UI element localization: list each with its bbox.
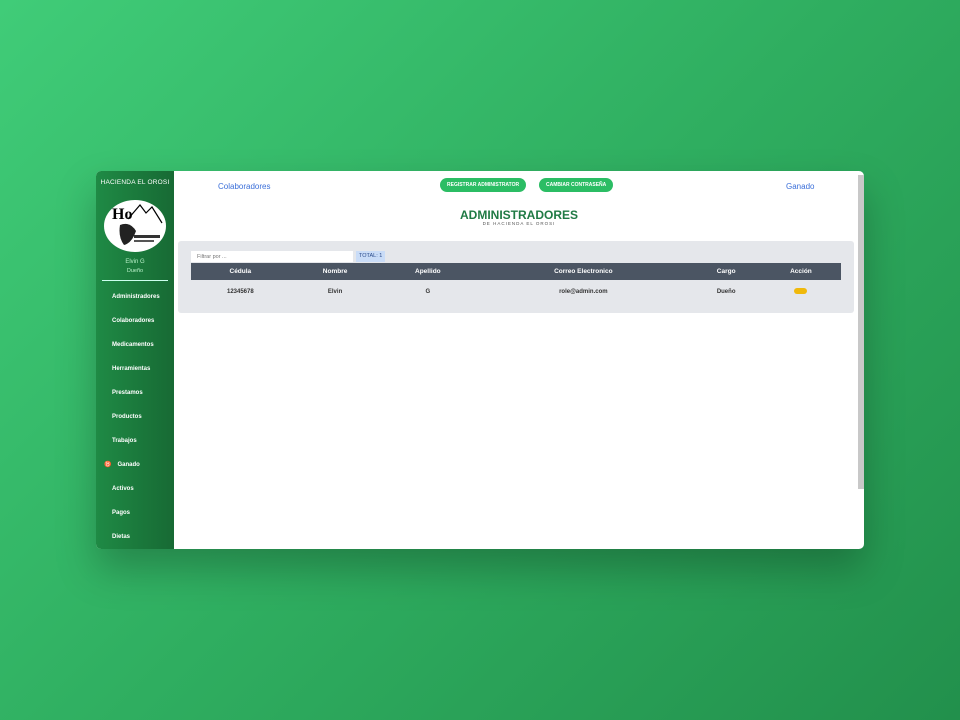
sidebar-item-medicamentos[interactable]: Medicamentos [96,333,174,357]
total-badge: TOTAL: 1 [356,251,386,262]
change-password-button[interactable]: CAMBIAR CONTRASEÑA [539,178,614,192]
sidebar-item-pagos[interactable]: Pagos [96,501,174,525]
colaboradores-link[interactable]: Colaboradores [218,182,270,191]
bull-icon: ♉ [104,462,112,468]
col-apellido: Apellido [380,263,476,280]
cell-correo: role@admin.com [559,289,608,295]
sidebar-item-trabajos[interactable]: Trabajos [96,429,174,453]
divider [102,280,168,281]
svg-text:Ho: Ho [112,206,132,223]
sidebar-item-colaboradores[interactable]: Colaboradores [96,309,174,333]
app-window: HACIENDA EL OROSI Ho Elvin G Dueño Admin… [96,171,864,549]
sidebar-item-administradores[interactable]: Administradores [96,285,174,309]
page-title: ADMINISTRADORES [459,208,578,222]
sidebar-item-label: Ganado [117,462,140,468]
sidebar-item-dietas[interactable]: Dietas [96,525,174,549]
ganado-link[interactable]: Ganado [786,182,814,191]
sidebar-item-productos[interactable]: Productos [96,405,174,429]
admin-table: Cédula Nombre Apellido Correo Electronic… [191,263,841,304]
col-cargo: Cargo [691,263,761,280]
main-content: Colaboradores Ganado REGISTRAR ADMINISTR… [174,171,864,549]
sidebar-item-herramientas[interactable]: Herramientas [96,357,174,381]
action-button[interactable] [794,288,808,294]
cell-cargo: Dueño [716,289,736,295]
col-accion: Acción [760,263,841,280]
page-subtitle: DE HACIENDA EL OROSI [482,221,556,226]
cell-nombre: Elvin [327,289,343,295]
col-cedula: Cédula [191,263,290,280]
user-name: Elvin G [125,259,145,266]
filter-input[interactable] [191,251,353,262]
table-panel: TOTAL: 1 Cédula Nombre Apellido Correo E… [178,241,854,313]
brand-name: HACIENDA EL OROSI [100,179,170,186]
sidebar-item-ganado[interactable]: ♉ Ganado [96,453,174,477]
sidebar: HACIENDA EL OROSI Ho Elvin G Dueño Admin… [96,171,174,549]
sidebar-item-activos[interactable]: Activos [96,477,174,501]
col-nombre: Nombre [289,263,381,280]
table-row: 12345678 Elvin G role@admin.com Dueño [191,280,841,304]
cell-cedula: 12345678 [226,289,254,295]
register-admin-button[interactable]: REGISTRAR ADMINISTRATOR [440,178,527,192]
sidebar-item-prestamos[interactable]: Prestamos [96,381,174,405]
logo: Ho [104,200,166,253]
sidebar-nav: Administradores Colaboradores Medicament… [96,285,174,549]
col-correo: Correo Electronico [475,263,692,280]
user-role: Dueño [126,268,144,275]
cell-accion [761,280,841,304]
cell-apellido: G [425,289,431,295]
